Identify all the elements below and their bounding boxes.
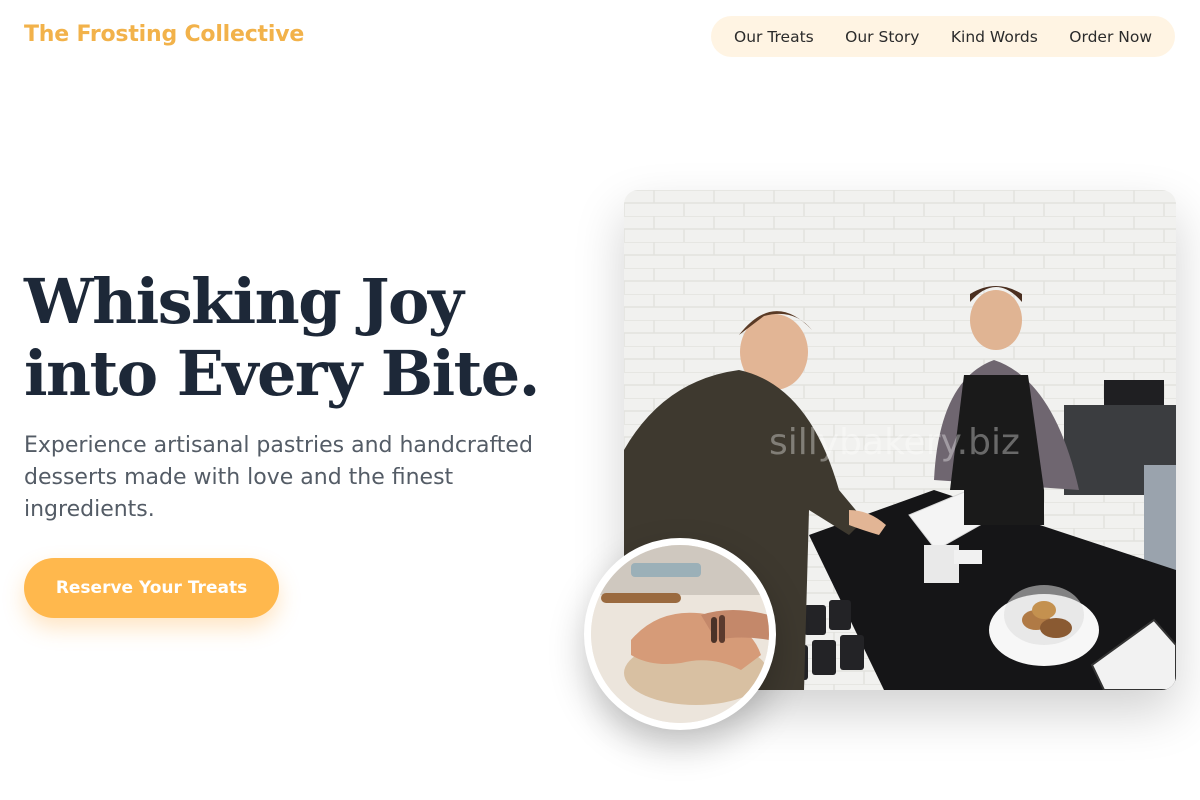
- hero-headline: Whisking Joy into Every Bite.: [24, 266, 584, 410]
- nav-link-kind-words[interactable]: Kind Words: [951, 28, 1038, 46]
- main-nav: Our Treats Our Story Kind Words Order No…: [711, 16, 1175, 57]
- hero-subtext: Experience artisanal pastries and handcr…: [24, 433, 533, 522]
- dough-kneading-illustration: [591, 545, 769, 723]
- brand-logo-text[interactable]: The Frosting Collective: [24, 22, 304, 47]
- landing-page: The Frosting Collective Our Treats Our S…: [0, 0, 1200, 800]
- nav-link-our-treats[interactable]: Our Treats: [734, 28, 814, 46]
- nav-link-our-story[interactable]: Our Story: [845, 28, 919, 46]
- nav-link-order-now[interactable]: Order Now: [1069, 28, 1152, 46]
- reserve-treats-button[interactable]: Reserve Your Treats: [24, 558, 279, 618]
- hero-headline-line-1: Whisking Joy: [24, 265, 464, 338]
- dough-kneading-photo: [584, 538, 776, 730]
- hero-headline-line-2: into Every Bite.: [24, 337, 540, 410]
- image-watermark: sillybakery.biz: [769, 422, 1020, 463]
